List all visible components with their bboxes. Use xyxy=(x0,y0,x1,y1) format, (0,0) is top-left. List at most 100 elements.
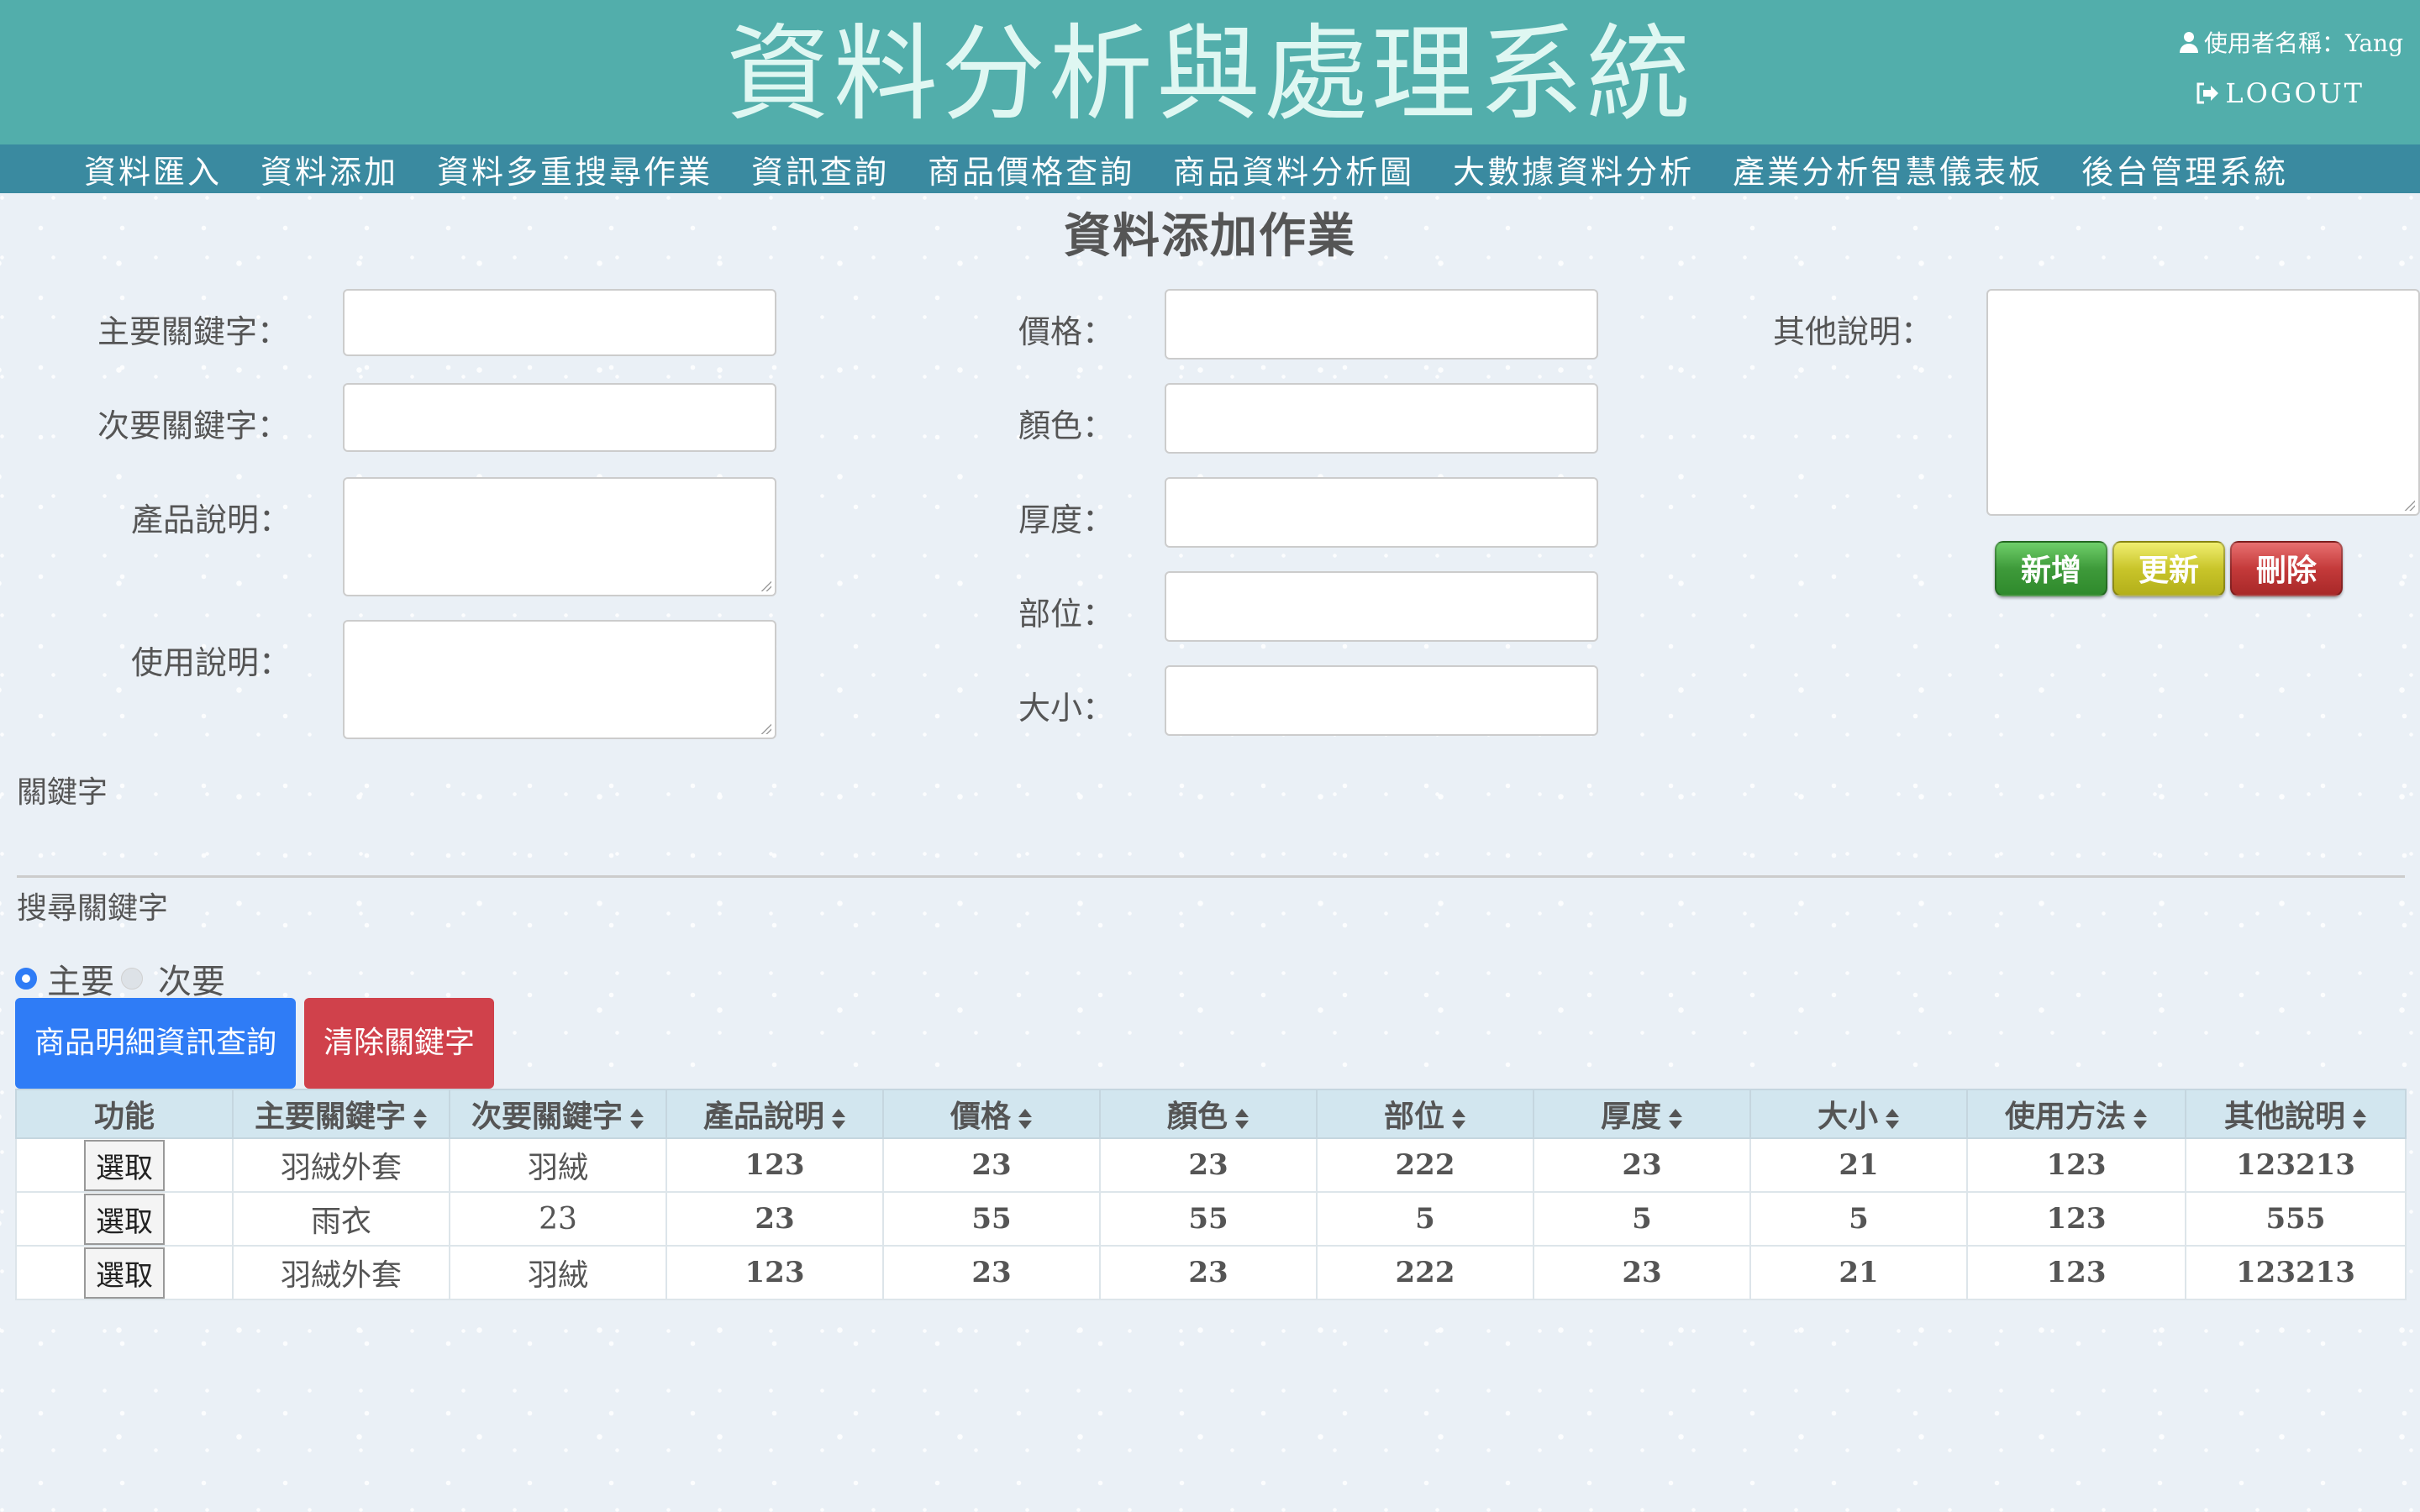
column-header[interactable]: 部位 xyxy=(1316,1089,1534,1139)
resize-handle-icon[interactable] xyxy=(760,722,771,734)
column-header-label: 厚度 xyxy=(1600,1099,1661,1134)
column-header-label: 產品說明 xyxy=(702,1099,824,1134)
column-header[interactable]: 厚度 xyxy=(1533,1089,1751,1139)
thickness-label: 厚度： xyxy=(1018,501,1115,538)
user-info: 使用者名稱：Yang xyxy=(2179,25,2403,59)
column-header[interactable]: 價格 xyxy=(882,1089,1101,1139)
product-desc-label: 產品說明： xyxy=(131,501,292,538)
column-header[interactable]: 產品說明 xyxy=(666,1089,884,1139)
table-cell: 5 xyxy=(1749,1191,1968,1247)
column-header-label: 功能 xyxy=(93,1099,155,1134)
other-desc-textarea[interactable] xyxy=(1986,289,2420,516)
table-header-row: 功能 主要關鍵字 次要關鍵字 產品說明 價格 顏色 部位 厚度 大小 使用方法 其他說明 xyxy=(15,1089,2407,1139)
sort-icon[interactable] xyxy=(413,1107,428,1131)
nav-item-dashboard[interactable]: 產業分析智慧儀表板 xyxy=(1733,146,2043,192)
table-row: 選取 羽絨外套 羽絨 123 23 23 222 23 21 123 123213 xyxy=(15,1245,2407,1300)
nav-item-admin[interactable]: 後台管理系統 xyxy=(2081,146,2288,192)
select-button[interactable]: 選取 xyxy=(84,1193,165,1245)
size-input[interactable] xyxy=(1165,665,1598,736)
table-cell: 123 xyxy=(666,1245,884,1300)
table-cell: 555 xyxy=(2185,1191,2407,1247)
table-cell: 雨衣 xyxy=(232,1191,450,1247)
sort-icon[interactable] xyxy=(831,1107,846,1131)
part-input[interactable] xyxy=(1165,571,1598,642)
main-nav: 資料匯入 資料添加 資料多重搜尋作業 資訊查詢 商品價格查詢 商品資料分析圖 大… xyxy=(0,144,2420,193)
add-button[interactable]: 新增 xyxy=(1995,541,2107,596)
table-cell: 21 xyxy=(1749,1245,1968,1300)
column-header-label: 次要關鍵字 xyxy=(471,1099,623,1134)
select-button[interactable]: 選取 xyxy=(84,1247,165,1299)
color-input[interactable] xyxy=(1165,383,1598,454)
price-input[interactable] xyxy=(1165,289,1598,360)
column-header-label: 部位 xyxy=(1383,1099,1444,1134)
table-cell: 23 xyxy=(882,1245,1101,1300)
sort-icon[interactable] xyxy=(1234,1107,1249,1131)
column-header[interactable]: 次要關鍵字 xyxy=(449,1089,667,1139)
radio-sub[interactable] xyxy=(121,968,143,990)
table-cell: 55 xyxy=(1099,1191,1318,1247)
column-header[interactable]: 大小 xyxy=(1749,1089,1968,1139)
logout-button[interactable]: LOGOUT xyxy=(2195,77,2365,109)
sort-icon[interactable] xyxy=(1668,1107,1683,1131)
table-cell: 123 xyxy=(1966,1137,2186,1193)
main-keyword-input[interactable] xyxy=(343,289,776,356)
table-cell: 羽絨 xyxy=(449,1245,667,1300)
nav-item-price-query[interactable]: 商品價格查詢 xyxy=(928,146,1134,192)
table-cell: 123 xyxy=(1966,1191,2186,1247)
radio-sub-label: 次要 xyxy=(158,963,225,1001)
column-header-label: 顏色 xyxy=(1166,1099,1228,1134)
column-header-label: 主要關鍵字 xyxy=(254,1099,406,1134)
table-cell: 222 xyxy=(1316,1245,1534,1300)
delete-button[interactable]: 刪除 xyxy=(2230,541,2343,596)
column-header[interactable]: 使用方法 xyxy=(1966,1089,2186,1139)
column-header[interactable]: 顏色 xyxy=(1099,1089,1318,1139)
nav-item-import[interactable]: 資料匯入 xyxy=(84,146,222,192)
sort-icon[interactable] xyxy=(629,1107,644,1131)
color-label: 顏色： xyxy=(1018,407,1115,444)
thickness-input[interactable] xyxy=(1165,477,1598,548)
page-title: 資料添加作業 xyxy=(1064,208,1356,264)
product-detail-query-button[interactable]: 商品明細資訊查詢 xyxy=(15,998,296,1089)
user-icon xyxy=(2180,32,2199,53)
update-button[interactable]: 更新 xyxy=(2112,541,2225,596)
product-desc-textarea[interactable] xyxy=(343,477,776,596)
table-cell: 23 xyxy=(1099,1137,1318,1193)
radio-main[interactable] xyxy=(15,968,37,990)
table-cell: 23 xyxy=(1533,1137,1751,1193)
search-keyword-label: 搜尋關鍵字 xyxy=(17,891,169,926)
column-header-label: 其他說明 xyxy=(2223,1099,2345,1134)
nav-item-add[interactable]: 資料添加 xyxy=(260,146,398,192)
table-cell: 23 xyxy=(1099,1245,1318,1300)
function-cell: 選取 xyxy=(15,1245,234,1300)
logout-icon xyxy=(2196,82,2219,104)
sub-keyword-input[interactable] xyxy=(343,383,776,452)
nav-item-big-data[interactable]: 大數據資料分析 xyxy=(1453,146,1694,192)
radio-main-label: 主要 xyxy=(47,963,114,1001)
nav-item-multi-search[interactable]: 資料多重搜尋作業 xyxy=(437,146,713,192)
size-label: 大小： xyxy=(1018,690,1115,727)
resize-handle-icon[interactable] xyxy=(760,580,771,591)
column-header[interactable]: 主要關鍵字 xyxy=(232,1089,450,1139)
clear-keyword-button[interactable]: 清除關鍵字 xyxy=(304,998,494,1089)
table-row: 選取 雨衣 23 23 55 55 5 5 5 123 555 xyxy=(15,1191,2407,1247)
sort-icon[interactable] xyxy=(2352,1107,2367,1131)
table-cell: 222 xyxy=(1316,1137,1534,1193)
logout-label: LOGOUT xyxy=(2225,77,2365,109)
nav-item-analysis-chart[interactable]: 商品資料分析圖 xyxy=(1173,146,1414,192)
select-button[interactable]: 選取 xyxy=(84,1139,165,1191)
usage-desc-label: 使用說明： xyxy=(131,644,292,681)
sort-icon[interactable] xyxy=(1885,1107,1900,1131)
table-cell: 23 xyxy=(882,1137,1101,1193)
usage-desc-textarea[interactable] xyxy=(343,620,776,739)
app-header: 資料分析與處理系統 使用者名稱：Yang LOGOUT xyxy=(0,0,2420,144)
column-header: 功能 xyxy=(15,1089,234,1139)
results-table: 功能 主要關鍵字 次要關鍵字 產品說明 價格 顏色 部位 厚度 大小 使用方法 其他說明 選取 羽絨外… xyxy=(15,1089,2407,1300)
nav-item-info-query[interactable]: 資訊查詢 xyxy=(751,146,889,192)
sort-icon[interactable] xyxy=(1018,1107,1033,1131)
sort-icon[interactable] xyxy=(1451,1107,1466,1131)
resize-handle-icon[interactable] xyxy=(2403,499,2415,511)
table-cell: 123213 xyxy=(2185,1137,2407,1193)
sort-icon[interactable] xyxy=(2133,1107,2148,1131)
table-cell: 羽絨 xyxy=(449,1137,667,1193)
column-header[interactable]: 其他說明 xyxy=(2185,1089,2407,1139)
